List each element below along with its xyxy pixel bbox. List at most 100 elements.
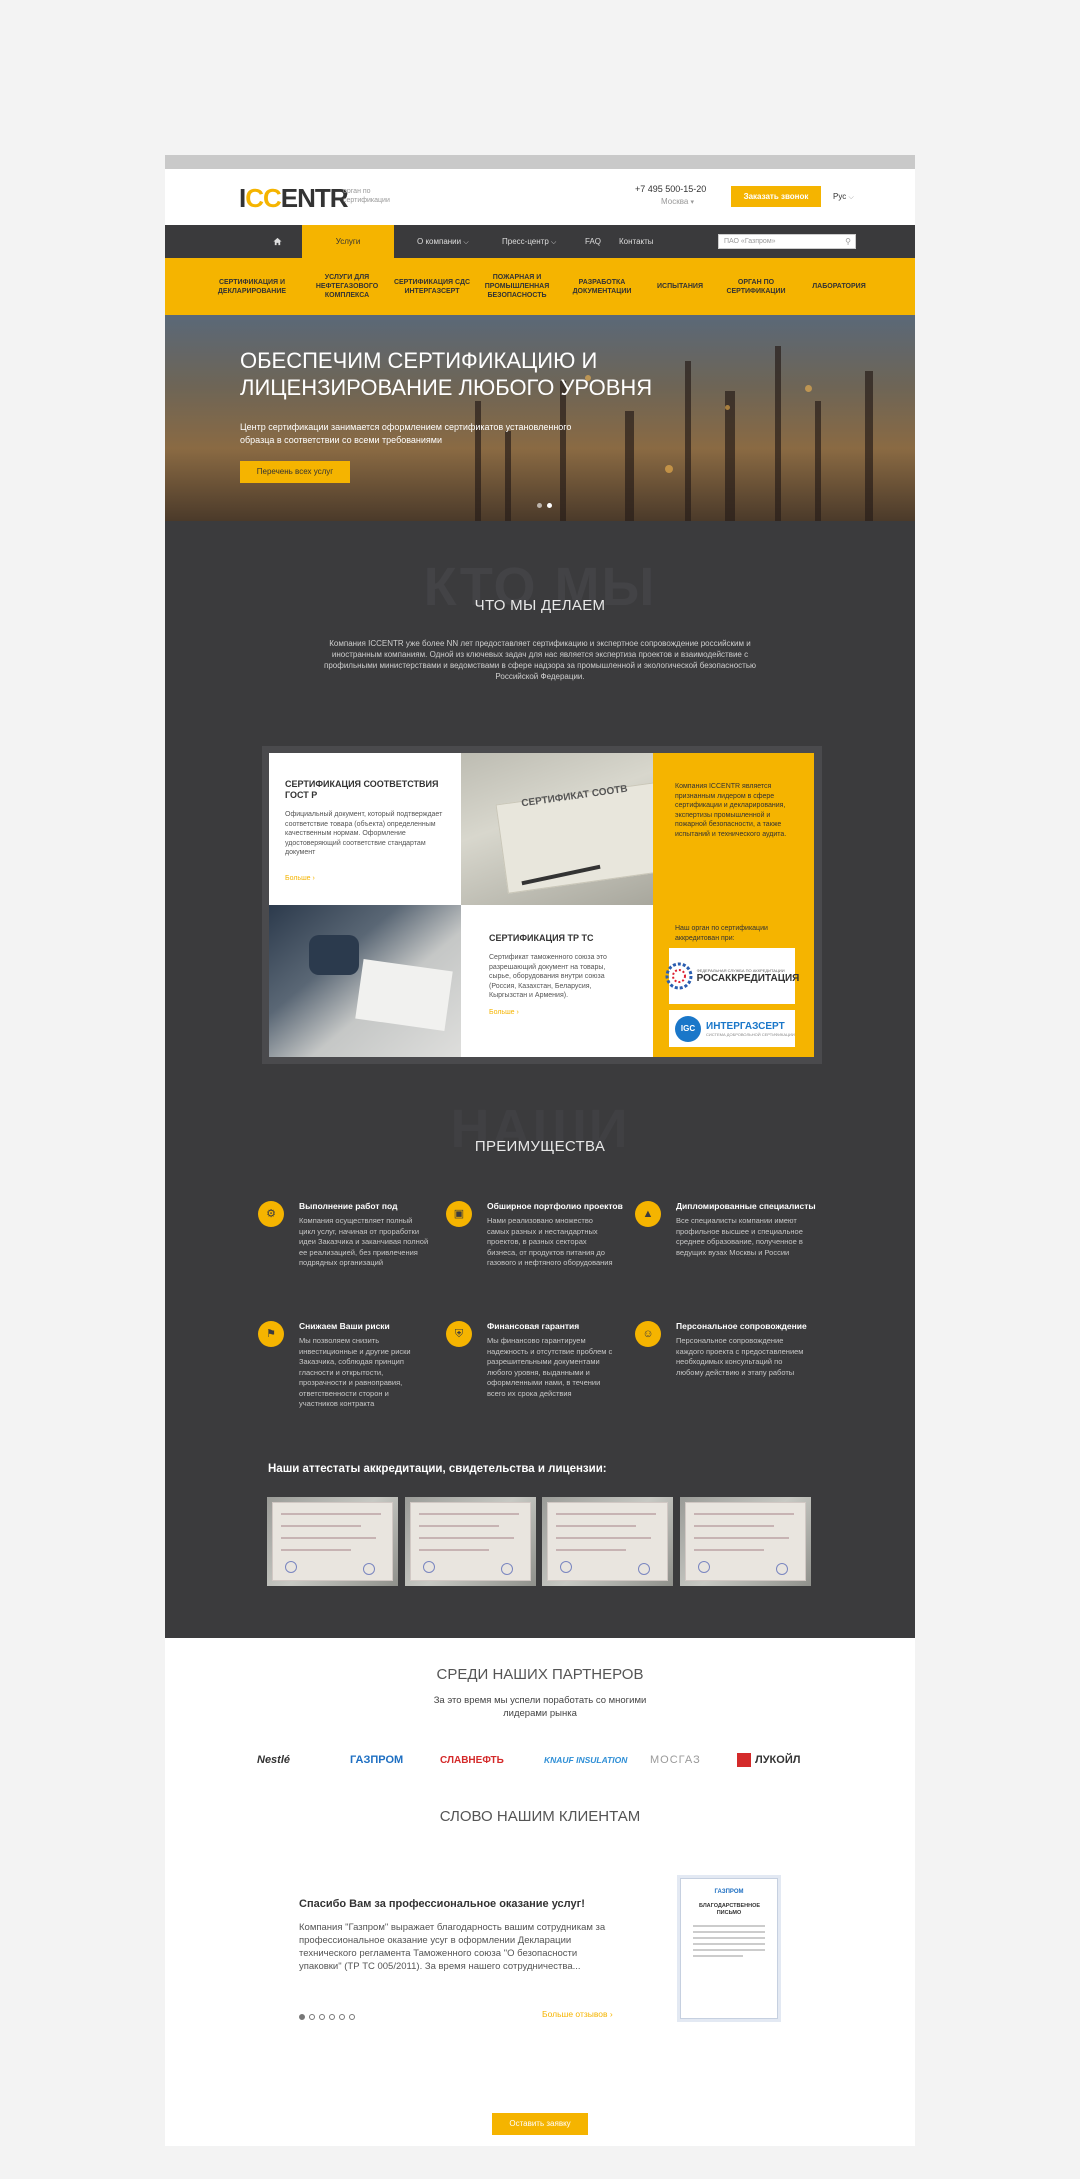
advantage-item: ⛨ Финансовая гарантия Мы финансово гаран… xyxy=(446,1321,626,1431)
services-grid: СЕРТИФИКАЦИЯ СООТВЕТСТВИЯ ГОСТ Р Официал… xyxy=(262,746,822,1064)
slider-dot[interactable] xyxy=(299,2014,305,2020)
partner-logo-gazprom: ГАЗПРОМ xyxy=(350,1754,404,1766)
service-card-gost[interactable]: СЕРТИФИКАЦИЯ СООТВЕТСТВИЯ ГОСТ Р Официал… xyxy=(269,753,461,905)
gear-icon: ⚙ xyxy=(258,1201,284,1227)
partners-title: СРЕДИ НАШИХ ПАРТНЕРОВ xyxy=(436,1666,644,1683)
certificates-title: Наши аттестаты аккредитации, свидетельст… xyxy=(268,1463,607,1475)
services-submenu: СЕРТИФИКАЦИЯ И ДЕКЛАРИРОВАНИЕ УСЛУГИ ДЛЯ… xyxy=(165,258,915,315)
hero-text: Центр сертификации занимается оформление… xyxy=(240,422,572,445)
order-button[interactable]: Оставить заявку xyxy=(492,2113,588,2135)
services-list-button[interactable]: Перечень всех услуг xyxy=(240,461,350,483)
advantage-item: ⚙ Выполнение работ под Компания осуществ… xyxy=(258,1201,438,1291)
callback-button[interactable]: Заказать звонок xyxy=(731,186,821,207)
logo-subtitle: орган по сертификации xyxy=(343,188,390,204)
accredited-text: Наш орган по сертификации аккредитован п… xyxy=(675,925,768,942)
slider-dots xyxy=(537,495,557,513)
flag-icon: ⚑ xyxy=(258,1321,284,1347)
shield-icon: ⛨ xyxy=(446,1321,472,1347)
language-selector[interactable]: Рус ⌵ xyxy=(833,192,854,202)
partner-logo-mosgaz: МОСГАЗ xyxy=(650,1754,701,1766)
submenu-documentation[interactable]: РАЗРАБОТКА ДОКУМЕНТАЦИИ xyxy=(562,258,642,315)
slider-dot[interactable] xyxy=(319,2014,325,2020)
accreditation-panel: Компания ICCENTR является признанным лид… xyxy=(653,753,814,1057)
hero-title: ОБЕСПЕЧИМ СЕРТИФИКАЦИЮ И ЛИЦЕНЗИРОВАНИЕ … xyxy=(240,348,653,400)
partner-logo-knauf: KNAUF INSULATION xyxy=(544,1755,628,1765)
chevron-down-icon: ⌵ xyxy=(551,239,557,246)
certificate-photo: СЕРТИФИКАТ СООТВ xyxy=(461,753,653,905)
reviews-title: СЛОВО НАШИМ КЛИЕНТАМ xyxy=(439,1808,641,1825)
certificate-thumbnail[interactable] xyxy=(680,1497,811,1586)
submenu-certification[interactable]: СЕРТИФИКАЦИЯ И ДЕКЛАРИРОВАНИЕ xyxy=(207,258,297,315)
nav-item-press[interactable]: Пресс-центр ⌵ xyxy=(502,225,556,258)
partner-logo-nestle: Nestlé xyxy=(257,1754,291,1766)
partners-section: СРЕДИ НАШИХ ПАРТНЕРОВ За это время мы ус… xyxy=(165,1638,915,1808)
page: ICCENTR орган по сертификации +7 495 500… xyxy=(165,155,915,2146)
certificate-thumbnail[interactable] xyxy=(267,1497,398,1586)
chevron-down-icon: ▾ xyxy=(690,199,695,206)
about-intro: Компания ICCENTR уже более NN лет предос… xyxy=(324,639,756,681)
review-text: Компания "Газпром" выражает благодарност… xyxy=(299,1922,606,1972)
advantages-title: ПРЕИМУЩЕСТВА xyxy=(474,1138,606,1155)
person-badge-icon: ☺ xyxy=(635,1321,661,1347)
nav-item-contacts[interactable]: Контакты xyxy=(619,225,654,258)
slider-dot[interactable] xyxy=(329,2014,335,2020)
chevron-down-icon: ⌵ xyxy=(848,194,854,201)
service-card-text: Официальный документ, который подтвержда… xyxy=(285,811,443,856)
browser-strip xyxy=(165,155,915,169)
search-input[interactable]: ПАО «Газпром» ⚲ xyxy=(718,234,856,249)
nav-item-faq[interactable]: FAQ xyxy=(585,225,601,258)
graduation-cap-icon: ▲ xyxy=(635,1201,661,1227)
more-link[interactable]: Больше › xyxy=(489,1009,625,1016)
nav-item-services[interactable]: Услуги xyxy=(302,225,394,258)
submenu-fire-safety[interactable]: ПОЖАРНАЯ И ПРОМЫШЛЕННАЯ БЕЗОПАСНОСТЬ xyxy=(477,258,557,315)
more-reviews-link[interactable]: Больше отзывов › xyxy=(542,2009,613,2019)
certificate-thumbnail[interactable] xyxy=(542,1497,673,1586)
hero-image xyxy=(475,401,481,521)
submenu-oil-gas[interactable]: УСЛУГИ ДЛЯ НЕФТЕГАЗОВОГО КОМПЛЕКСА xyxy=(302,258,392,315)
submenu-testing[interactable]: ИСПЫТАНИЯ xyxy=(645,258,715,315)
lukoil-mark-icon xyxy=(737,1753,751,1767)
slider-dot[interactable] xyxy=(339,2014,345,2020)
hero-banner: ОБЕСПЕЧИМ СЕРТИФИКАЦИЮ И ЛИЦЕНЗИРОВАНИЕ … xyxy=(165,315,915,521)
main-nav: Услуги О компании ⌵ Пресс-центр ⌵ FAQ Ко… xyxy=(165,225,915,258)
company-leader-text: Компания ICCENTR является признанным лид… xyxy=(675,783,787,838)
slider-dot[interactable] xyxy=(547,503,552,508)
service-card-text: Сертификат таможенного союза это разреша… xyxy=(489,954,607,999)
service-card-tr-ts[interactable]: СЕРТИФИКАЦИЯ ТР ТС Сертификат таможенног… xyxy=(461,905,653,1057)
partner-logo-lukoil: ЛУКОЙЛ xyxy=(737,1750,800,1770)
partner-logo-slavneft: СЛАВНЕФТЬ xyxy=(440,1754,504,1766)
slider-dot[interactable] xyxy=(349,2014,355,2020)
review-heading: Спасибо Вам за профессиональное оказание… xyxy=(299,1898,585,1910)
rosakkreditaciya-logo: ФЕДЕРАЛЬНАЯ СЛУЖБА ПО АККРЕДИТАЦИИ РОСАК… xyxy=(665,948,799,1004)
thank-you-letter[interactable]: ГАЗПРОМ БЛАГОДАРСТВЕННОЕ ПИСЬМО xyxy=(680,1878,778,2019)
submenu-cert-body[interactable]: ОРГАН ПО СЕРТИФИКАЦИИ xyxy=(716,258,796,315)
slider-dot[interactable] xyxy=(537,503,542,508)
city-selector[interactable]: Москва ▾ xyxy=(661,197,694,206)
header: ICCENTR орган по сертификации +7 495 500… xyxy=(165,169,915,225)
reviews-section: СЛОВО НАШИМ КЛИЕНТАМ Спасибо Вам за проф… xyxy=(165,1808,915,2146)
nav-item-about[interactable]: О компании ⌵ xyxy=(417,225,469,258)
search-icon[interactable]: ⚲ xyxy=(845,235,851,248)
certificate-thumbnail[interactable] xyxy=(405,1497,536,1586)
more-link[interactable]: Больше › xyxy=(285,875,445,882)
review-slider-dots xyxy=(299,2007,359,2025)
signing-photo xyxy=(269,905,461,1057)
intergazcert-logo: IGC ИНТЕРГАЗСЕРТ СИСТЕМА ДОБРОВОЛЬНОЙ СЕ… xyxy=(669,1010,795,1047)
phone-number[interactable]: +7 495 500-15-20 xyxy=(635,184,706,194)
about-title: ЧТО МЫ ДЕЛАЕМ xyxy=(474,597,606,614)
service-card-title: СЕРТИФИКАЦИЯ СООТВЕТСТВИЯ ГОСТ Р xyxy=(285,779,439,800)
advantage-item: ⚑ Снижаем Ваши риски Мы позволяем снизит… xyxy=(258,1321,438,1431)
home-icon[interactable] xyxy=(270,225,284,258)
logo[interactable]: ICCENTR xyxy=(239,183,349,214)
chevron-down-icon: ⌵ xyxy=(463,239,469,246)
partners-subtitle: За это время мы успели поработать со мно… xyxy=(433,1695,647,1719)
briefcase-icon: ▣ xyxy=(446,1201,472,1227)
about-section: КТО МЫ ЧТО МЫ ДЕЛАЕМ Компания ICCENTR уж… xyxy=(165,521,915,1638)
advantage-item: ▲ Дипломированные специалисты Все специа… xyxy=(635,1201,816,1291)
advantage-item: ☺ Персональное сопровождение Персонально… xyxy=(635,1321,815,1431)
slider-dot[interactable] xyxy=(309,2014,315,2020)
advantage-item: ▣ Обширное портфолио проектов Нами реали… xyxy=(446,1201,626,1291)
service-card-title: СЕРТИФИКАЦИЯ ТР ТС xyxy=(489,933,594,943)
submenu-intergazcert[interactable]: СЕРТИФИКАЦИЯ СДС ИНТЕРГАЗСЕРТ xyxy=(392,258,472,315)
submenu-laboratory[interactable]: ЛАБОРАТОРИЯ xyxy=(799,258,879,315)
